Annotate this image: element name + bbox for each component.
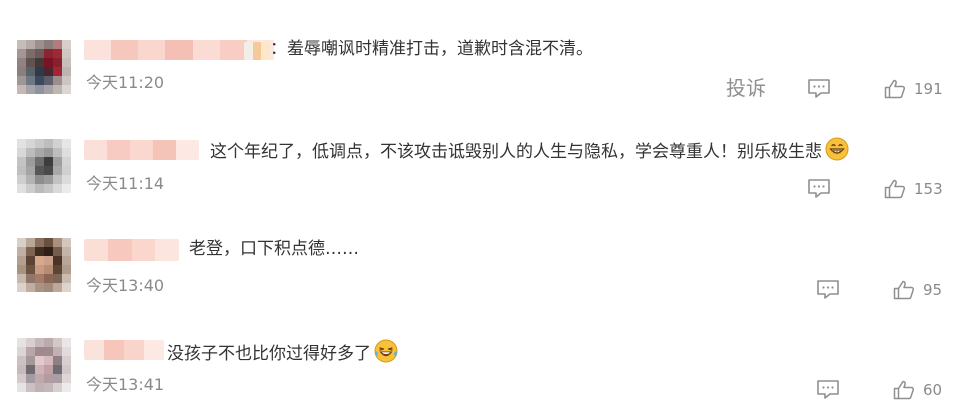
reply-icon[interactable] <box>807 78 831 98</box>
avatar[interactable] <box>17 238 71 292</box>
comment-text: 这个年纪了，低调点，不该攻击诋毁别人的人生与隐私，学会尊重人！别乐极生悲 <box>210 137 849 167</box>
username-blurred[interactable] <box>84 340 164 360</box>
comment-item: 这个年纪了，低调点，不该攻击诋毁别人的人生与隐私，学会尊重人！别乐极生悲 今天1… <box>0 100 979 200</box>
username-blurred-tail <box>244 42 270 60</box>
like-button[interactable]: 153 <box>884 178 943 200</box>
reply-icon[interactable] <box>816 279 840 299</box>
like-button[interactable]: 60 <box>893 379 942 401</box>
comment-text-body: 没孩子不也比你过得好多了 <box>167 344 371 364</box>
like-count: 60 <box>923 381 943 399</box>
like-count: 153 <box>914 180 943 198</box>
comment-text: 老登，口下积点德…… <box>189 238 359 260</box>
comment-time: 今天13:40 <box>86 276 165 295</box>
comment-time: 今天13:41 <box>86 375 165 394</box>
avatar[interactable] <box>17 40 71 94</box>
comment-text-body: 羞辱嘲讽时精准打击，道歉时含混不清。 <box>287 39 593 59</box>
comment-item: 老登，口下积点德…… 今天13:40 95 <box>0 200 979 300</box>
avatar[interactable] <box>17 139 71 193</box>
reply-icon[interactable] <box>816 379 840 399</box>
comment-text: 没孩子不也比你过得好多了 <box>167 339 398 369</box>
like-button[interactable]: 191 <box>884 78 943 100</box>
like-button[interactable]: 95 <box>893 279 942 301</box>
comment-text-prefix: ： <box>270 39 287 59</box>
comment-item: ：羞辱嘲讽时精准打击，道歉时含混不清。 今天11:20 投诉 191 <box>0 0 979 100</box>
laughing-tears-face-icon <box>374 339 398 369</box>
thumbs-up-icon <box>893 380 915 400</box>
thumbs-up-icon <box>884 179 906 199</box>
like-count: 191 <box>914 80 943 98</box>
avatar[interactable] <box>17 338 71 392</box>
comment-time: 今天11:20 <box>86 73 165 92</box>
thumbs-up-icon <box>893 280 915 300</box>
comment-time: 今天11:14 <box>86 174 165 193</box>
username-blurred[interactable] <box>84 140 199 160</box>
thumbs-up-icon <box>884 79 906 99</box>
comment-text-body: 老登，口下积点德…… <box>189 239 359 259</box>
username-blurred[interactable] <box>84 239 179 261</box>
reply-icon[interactable] <box>807 178 831 198</box>
like-count: 95 <box>923 281 943 299</box>
grinning-face-icon <box>825 137 849 167</box>
report-button[interactable]: 投诉 <box>726 76 766 100</box>
comment-item: 没孩子不也比你过得好多了 今天13:41 60 <box>0 300 979 400</box>
comment-text: ：羞辱嘲讽时精准打击，道歉时含混不清。 <box>270 38 593 60</box>
comment-text-body: 这个年纪了，低调点，不该攻击诋毁别人的人生与隐私，学会尊重人！别乐极生悲 <box>210 142 822 162</box>
